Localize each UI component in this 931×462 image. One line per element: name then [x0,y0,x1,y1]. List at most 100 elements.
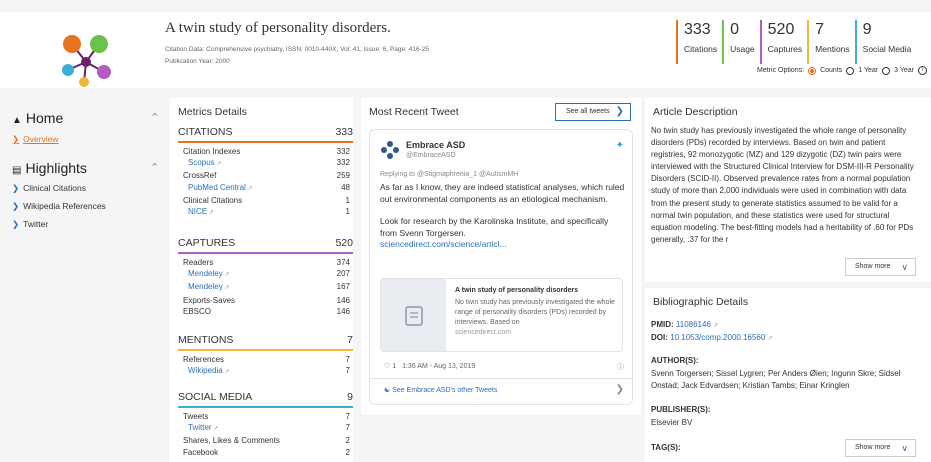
collapse-home-icon[interactable]: ⌃ [150,111,159,124]
tweet-reply-to: Replying to @Stigmaphrenia_1 @AutismMH [380,171,519,178]
bibliographic-details-panel: Bibliographic Details PMID: 11086146 ↗ D… [645,288,931,462]
metric-row: CrossRef 259 [178,170,353,181]
metric-row: Shares, Likes & Comments 2 [178,435,353,446]
doi-link[interactable]: 10.1053/comp.2000.16560 [670,333,765,342]
metric-row-value: 7 [345,355,350,364]
tweet-text-paragraph: Look for research by the Karolinska Inst… [380,216,609,238]
metric-row[interactable]: NICE ↗ 1 [178,206,353,219]
metric-label: Citations [684,44,718,54]
metric-citations[interactable]: 333 Citations [676,20,722,64]
metric-row-label-text: Readers [183,258,214,267]
metric-row-label: Twitter ↗ [188,422,218,435]
info-icon[interactable]: ⓘ [617,362,624,372]
doi-row: DOI: 10.1053/comp.2000.16560 ↗ [651,332,773,345]
tweet-text-paragraph: As far as I know, they are indeed statis… [380,182,625,204]
link-card-title: A twin study of personality disorders [455,287,579,294]
tweet-link[interactable]: sciencedirect.com/science/articl... [380,239,625,251]
nav-twitter[interactable]: ❯ Twitter [12,219,48,230]
metric-social-media[interactable]: 9 Social Media [854,20,917,64]
metric-row-label-text: CrossRef [183,171,217,181]
see-all-label: See all tweets [566,108,610,115]
show-more-label: Show more [855,263,891,270]
metric-row[interactable]: Scopus ↗ 332 [178,157,353,170]
tweet-author-name[interactable]: Embrace ASD [406,140,465,150]
metric-row-label: Mendeley ↗ [188,281,229,294]
option-1-year-label: 1 Year [858,67,879,74]
info-icon[interactable]: i [918,66,927,75]
metric-label: Usage [730,44,755,54]
metric-row-label: Scopus ↗ [188,157,221,170]
metric-row-label: Mendeley ↗ [188,268,229,281]
metric-row-value: 1 [345,207,350,217]
publisher-heading: PUBLISHER(S): [651,405,711,414]
metric-row-label: NICE ↗ [188,206,214,219]
nav-home[interactable]: ▲ Home [12,110,63,126]
metrics-details-panel: Metrics Details CITATIONS 333 Citation Ind… [170,98,353,462]
metric-row-value: 146 [336,295,350,305]
metric-row-label-text: Mendeley [188,282,223,292]
option-counts-label: Counts [820,67,843,74]
metric-row[interactable]: PubMed Central ↗ 48 [178,182,353,195]
link-card-description: No twin study has previously investigate… [455,298,620,338]
heart-icon[interactable]: ♡ [384,363,390,370]
metric-value: 7 [815,21,825,38]
home-icon: ▲ [12,115,22,126]
nav-item-label: Clinical Citations [23,183,86,193]
metric-row-label-text: References [183,355,224,364]
nav-wikipedia-references[interactable]: ❯ Wikipedia References [12,201,106,212]
metric-captures[interactable]: 520 Captures [759,20,808,64]
pmid-row: PMID: 11086146 ↗ [651,319,718,332]
metric-row-value: 7 [345,366,350,376]
twitter-bird-icon[interactable]: ✦ [616,140,624,151]
external-link-icon: ↗ [713,323,719,329]
metric-usage[interactable]: 0 Usage [722,20,760,64]
tweet-time[interactable]: 1:36 AM - Aug 13, 2019 [402,363,475,370]
embrace-asd-avatar[interactable] [380,140,400,160]
metric-row-label-text: Exports-Saves [183,295,236,305]
link-card-thumbnail [381,279,446,351]
tweet-link-card[interactable]: A twin study of personality disorders No… [380,278,623,352]
metric-row[interactable]: Wikipedia ↗ 7 [178,365,353,378]
pmid-link[interactable]: 11086146 [676,320,711,329]
section-total: 333 [335,126,353,138]
see-all-tweets-button[interactable]: See all tweets ❯ [555,103,631,121]
chevron-right-icon: ❯ [615,384,624,395]
nav-overview[interactable]: ❯ Overview [12,134,59,145]
article-title: A twin study of personality disorders. [165,20,391,36]
option-3-year-label: 3 Year [894,67,914,74]
metric-mentions[interactable]: 7 Mentions [807,20,855,64]
panel-title: Metrics Details [178,106,247,118]
metric-row-label-text: NICE [188,207,208,217]
collapse-highlights-icon[interactable]: ⌃ [150,161,159,174]
metric-row[interactable]: Mendeley ↗ 207 [178,268,353,281]
nav-highlights[interactable]: ▤ Highlights [12,160,87,176]
show-more-button[interactable]: Show more ∨ [845,258,916,276]
metric-row-value: 1 [345,195,350,205]
citation-data: Citation Data: Comprehensive psychiatry,… [165,46,429,53]
show-more-button[interactable]: Show more ∨ [845,439,916,457]
pmid-label: PMID: [651,320,674,329]
panel-title: Article Description [653,106,738,118]
authors-label: AUTHOR(S): [651,355,699,367]
chevron-right-icon: ❯ [12,134,20,144]
nav-clinical-citations[interactable]: ❯ Clinical Citations [12,183,86,194]
metric-row-value: 207 [336,269,350,279]
tweet-author-handle[interactable]: @EmbraceASD [406,152,456,159]
radio-counts[interactable] [808,66,817,75]
metric-row[interactable]: Twitter ↗ 7 [178,422,353,435]
plumx-logo [62,35,111,87]
metric-section-header: SOCIAL MEDIA 9 [178,391,353,408]
metric-row-label-text: Clinical Citations [183,195,243,205]
metric-row-value: 48 [341,182,350,192]
nav-item-label: Twitter [23,219,49,229]
other-tweets-link[interactable]: ☯ See Embrace ASD's other Tweets ❯ [370,378,632,395]
metric-row[interactable]: Mendeley ↗ 167 [178,281,353,294]
metric-row: References 7 [178,354,353,365]
radio-3-year[interactable] [882,66,891,75]
tweet-card: Embrace ASD @EmbraceASD ✦ Replying to @S… [369,129,633,405]
tags-heading: TAG(S): [651,443,681,452]
metric-label: Mentions [815,44,850,54]
authors-list: Svenn Torgersen; Sissel Lygren; Per Ande… [651,369,901,390]
person-icon: ☯ [384,387,391,394]
radio-1-year[interactable] [846,66,855,75]
